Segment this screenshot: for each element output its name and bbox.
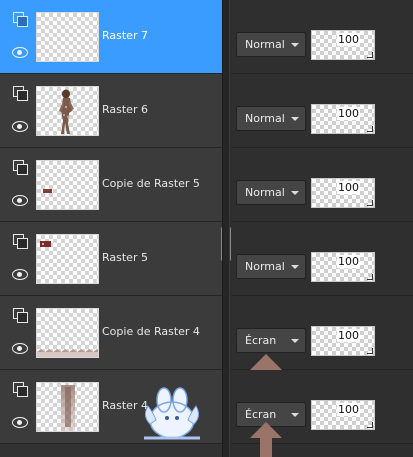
chevron-down-icon [291,117,299,121]
opacity-field[interactable]: 100 [311,252,375,282]
visibility-eye-icon[interactable] [12,120,28,132]
chevron-down-icon [291,413,299,417]
layer-name[interactable]: Copie de Raster 5 [102,177,200,190]
opacity-value: 100 [337,33,360,46]
layer-props-row: Écran 100 [231,296,413,393]
layer-props-row: Normal 100 [231,222,413,296]
visibility-eye-icon[interactable] [12,194,28,206]
layer-thumbnail[interactable] [36,382,99,432]
layer-thumbnail[interactable] [36,86,99,136]
woman-figure-thumbnail [59,89,74,134]
resize-grip-icon [367,348,373,354]
blend-mode-dropdown[interactable]: Normal [236,32,306,57]
layer-row-copie-raster-4[interactable]: Copie de Raster 4 [0,296,222,370]
layer-row-raster-7[interactable]: Raster 7 [0,0,222,74]
layer-group-icon[interactable] [13,234,28,249]
visibility-eye-icon[interactable] [12,416,28,428]
chevron-down-icon [291,265,299,269]
resize-grip-icon [367,274,373,280]
opacity-field[interactable]: 100 [311,104,375,134]
blurred-figure-thumbnail [61,385,75,431]
layer-props-row: Normal 100 [231,0,413,74]
chevron-down-icon [291,339,299,343]
blend-mode-dropdown[interactable]: Normal [236,106,306,131]
blend-mode-dropdown[interactable]: Écran [236,328,306,353]
opacity-value: 100 [337,329,360,342]
layer-name[interactable]: Raster 5 [102,251,148,264]
opacity-field[interactable]: 100 [311,326,375,356]
layer-row-copie-raster-5[interactable]: Copie de Raster 5 [0,148,222,222]
layer-list: Raster 7 Raster 6 Copie de Raster 5 Rast… [0,0,231,457]
layer-name[interactable]: Raster 6 [102,103,148,116]
visibility-eye-icon[interactable] [12,342,28,354]
layer-group-icon[interactable] [13,12,28,27]
layer-group-icon[interactable] [13,86,28,101]
blend-mode-value: Normal [245,260,285,273]
arrow-up-annotation [250,422,282,457]
blend-mode-dropdown[interactable]: Normal [236,180,306,205]
layer-group-icon[interactable] [13,382,28,397]
opacity-value: 100 [337,181,360,194]
layer-group-icon[interactable] [13,160,28,175]
layer-name[interactable]: Copie de Raster 4 [102,325,200,338]
layer-thumbnail[interactable] [36,12,99,62]
blend-mode-value: Normal [245,112,285,125]
small-mark-thumbnail [40,241,51,247]
chevron-down-icon [291,43,299,47]
layer-group-icon[interactable] [13,308,28,323]
blend-mode-value: Écran [245,408,277,421]
layer-props-row: Normal 100 [231,148,413,222]
resize-grip-icon [367,422,373,428]
layer-props-row: Écran 100 [231,370,413,457]
visibility-eye-icon[interactable] [12,46,28,58]
blend-mode-value: Normal [245,38,285,51]
panel-divider[interactable] [222,0,230,457]
watermark-mascot [144,387,200,440]
opacity-value: 100 [337,107,360,120]
opacity-field[interactable]: 100 [311,178,375,208]
layer-properties-column: Normal 100 Normal 100 Normal 100 Normal … [231,0,413,457]
resize-grip-icon [367,126,373,132]
opacity-field[interactable]: 100 [311,400,375,430]
layer-name[interactable]: Raster 7 [102,29,148,42]
visibility-eye-icon[interactable] [12,268,28,280]
blend-mode-dropdown[interactable]: Normal [236,254,306,279]
layer-row-raster-6[interactable]: Raster 6 [0,74,222,148]
layer-thumbnail[interactable] [36,308,99,358]
layer-thumbnail[interactable] [36,160,99,210]
opacity-value: 100 [337,255,360,268]
border-strip-thumbnail [37,349,98,357]
layers-panel: Raster 7 Raster 6 Copie de Raster 5 Rast… [0,0,413,457]
chevron-down-icon [291,191,299,195]
blend-mode-value: Normal [245,186,285,199]
blend-mode-value: Écran [245,334,277,347]
opacity-field[interactable]: 100 [311,30,375,60]
layer-props-row: Normal 100 [231,74,413,148]
layer-row-raster-4[interactable]: Raster 4 [0,370,222,444]
layer-row-raster-5[interactable]: Raster 5 [0,222,222,296]
resize-grip-icon [367,200,373,206]
resize-grip-icon [367,52,373,58]
small-mark-thumbnail [43,189,52,193]
layer-thumbnail[interactable] [36,234,99,284]
opacity-value: 100 [337,403,360,416]
